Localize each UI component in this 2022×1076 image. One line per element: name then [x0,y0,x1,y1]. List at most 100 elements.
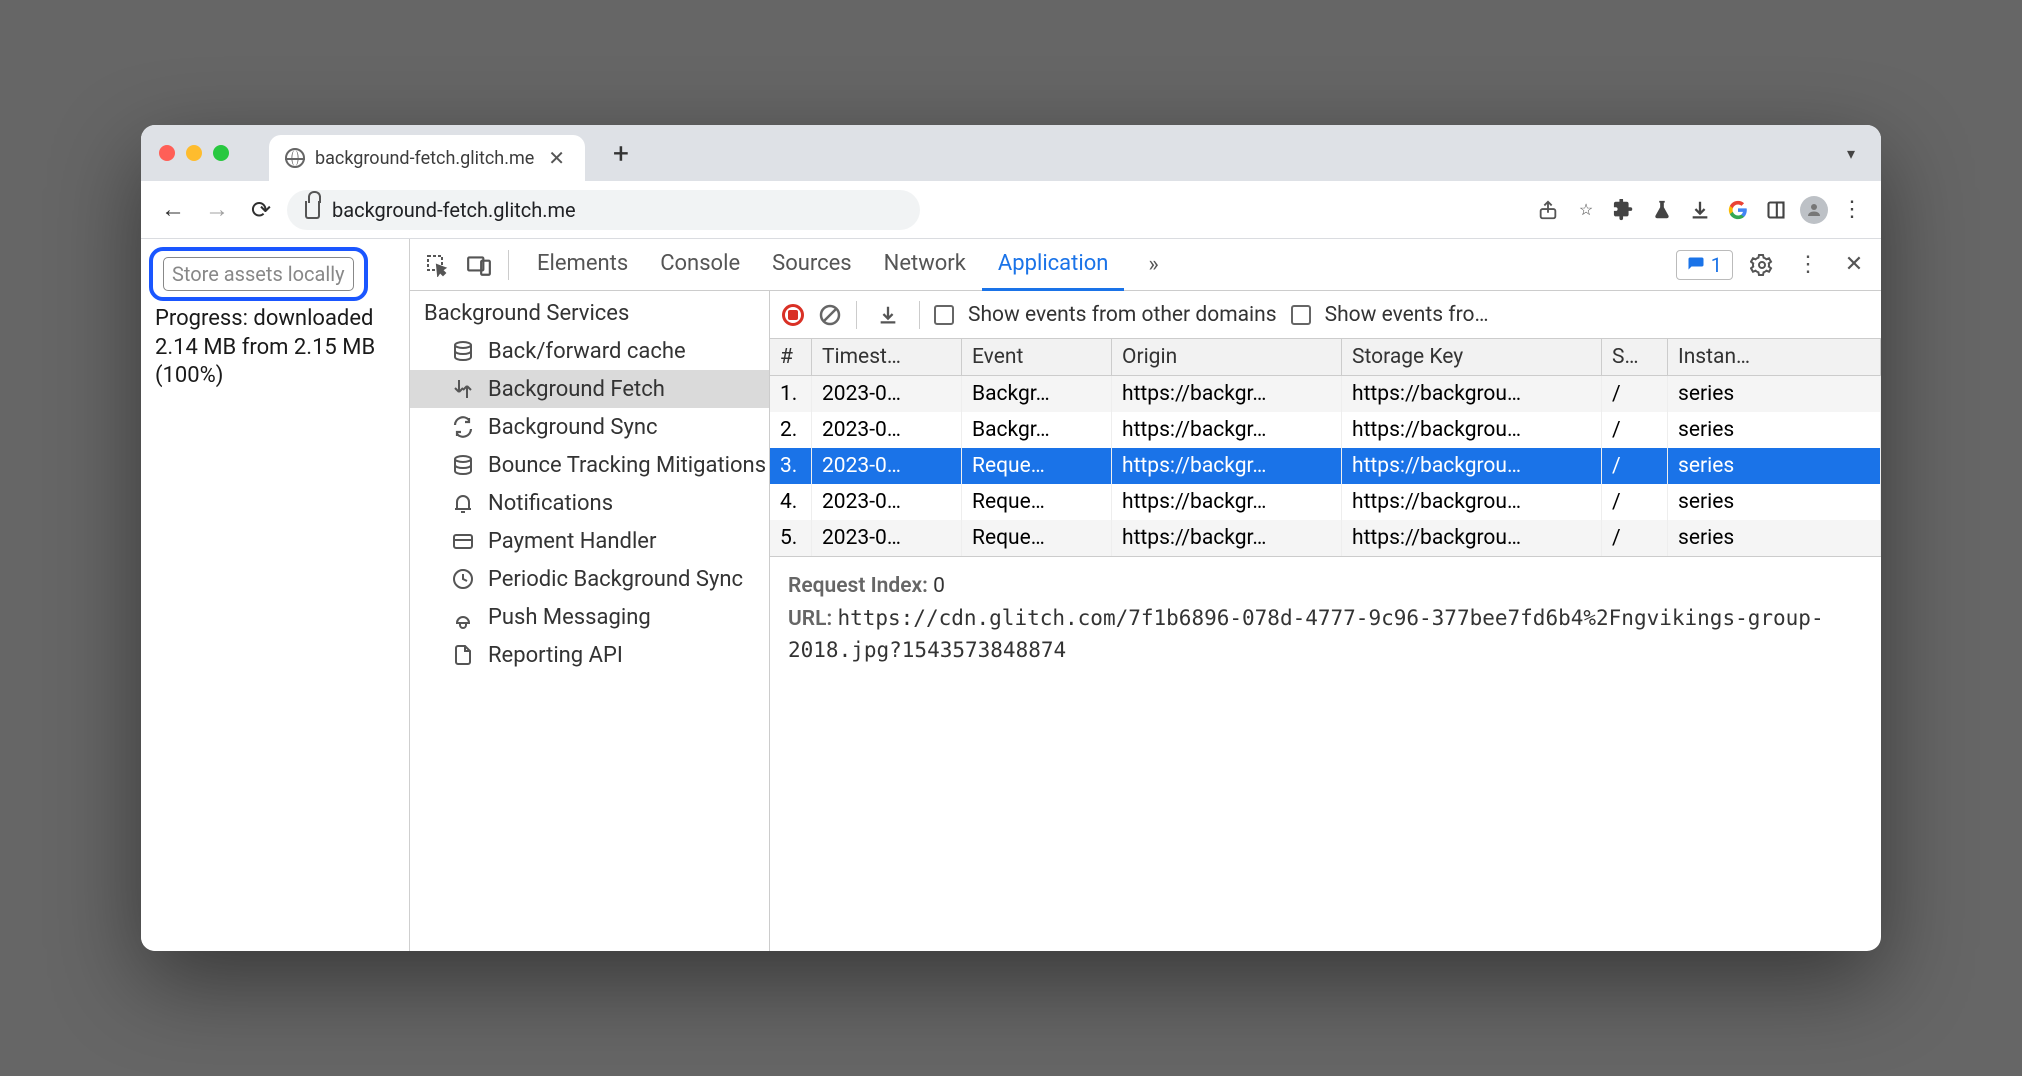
labs-flask-icon[interactable] [1647,195,1677,225]
titlebar: background-fetch.glitch.me ✕ + ▾ [141,125,1881,181]
close-tab-button[interactable]: ✕ [544,146,569,170]
column-header[interactable]: Event [962,339,1112,376]
table-row[interactable]: 5.2023-0…Reque…https://backgr…https://ba… [770,520,1881,556]
sidebar-item-payment-handler[interactable]: Payment Handler [410,522,769,560]
cell: series [1668,412,1881,448]
tabs-dropdown-button[interactable]: ▾ [1839,136,1863,171]
sidebar-item-background-sync[interactable]: Background Sync [410,408,769,446]
forward-button[interactable]: → [199,192,235,228]
store-assets-button[interactable]: Store assets locally [163,257,354,291]
cell: 4. [770,484,812,520]
browser-toolbar: ← → ⟳ background-fetch.glitch.me ☆ ⋮ [141,181,1881,239]
devtools-tab-console[interactable]: Console [644,239,756,291]
bookmark-star-icon[interactable]: ☆ [1571,195,1601,225]
events-table: #Timest…EventOriginStorage KeyS…Instan… … [770,339,1881,557]
reader-icon[interactable] [1761,195,1791,225]
url-label: URL: [788,607,832,631]
devtools-menu-button[interactable]: ⋮ [1791,248,1825,282]
browser-tab[interactable]: background-fetch.glitch.me ✕ [269,135,585,181]
cell: https://backgrou… [1342,484,1602,520]
sidebar-item-bounce-tracking-mitigations[interactable]: Bounce Tracking Mitigations [410,446,769,484]
table-row[interactable]: 2.2023-0…Backgr…https://backgr…https://b… [770,412,1881,448]
cell: 5. [770,520,812,556]
back-button[interactable]: ← [155,192,191,228]
minimize-window-button[interactable] [186,145,202,161]
browser-menu-button[interactable]: ⋮ [1837,195,1867,225]
cell: https://backgrou… [1342,412,1602,448]
cell: 2023-0… [812,412,962,448]
column-header[interactable]: S… [1602,339,1668,376]
application-sidebar: Background Services Back/forward cacheBa… [410,291,770,951]
cell: / [1602,412,1668,448]
sidebar-item-periodic-background-sync[interactable]: Periodic Background Sync [410,560,769,598]
cell: Reque… [962,448,1112,484]
sidebar-item-push-messaging[interactable]: Push Messaging [410,598,769,636]
show-other-domains-checkbox[interactable] [934,305,954,325]
sidebar-item-label: Background Fetch [488,377,665,402]
devtools-tab-elements[interactable]: Elements [521,239,644,291]
column-header[interactable]: Timest… [812,339,962,376]
table-row[interactable]: 3.2023-0…Reque…https://backgr…https://ba… [770,448,1881,484]
request-index-value: 0 [933,574,945,598]
close-window-button[interactable] [159,145,175,161]
devtools-tab-application[interactable]: Application [982,239,1124,291]
sidebar-item-label: Payment Handler [488,529,656,554]
cell: https://backgr… [1112,448,1342,484]
window-controls [159,145,229,161]
devtools-tab-sources[interactable]: Sources [756,239,868,291]
sidebar-item-notifications[interactable]: Notifications [410,484,769,522]
settings-gear-icon[interactable] [1745,248,1779,282]
save-events-icon[interactable] [871,298,905,332]
devtools-tab-network[interactable]: Network [868,239,982,291]
sidebar-item-label: Reporting API [488,643,623,668]
cell: / [1602,448,1668,484]
share-icon[interactable] [1533,195,1563,225]
column-header[interactable]: Storage Key [1342,339,1602,376]
column-header[interactable]: Origin [1112,339,1342,376]
reload-button[interactable]: ⟳ [243,192,279,228]
column-header[interactable]: Instan… [1668,339,1881,376]
issues-badge[interactable]: 1 [1676,250,1733,280]
cell: / [1602,520,1668,556]
google-icon[interactable] [1723,195,1753,225]
page-viewport: Store assets locally Progress: downloade… [141,239,409,951]
sidebar-item-background-fetch[interactable]: Background Fetch [410,370,769,408]
table-row[interactable]: 1.2023-0…Backgr…https://backgr…https://b… [770,376,1881,412]
cell: Reque… [962,520,1112,556]
sidebar-item-back-forward-cache[interactable]: Back/forward cache [410,332,769,370]
devtools-panel: ElementsConsoleSourcesNetworkApplication… [409,239,1881,951]
new-tab-button[interactable]: + [595,137,647,170]
maximize-window-button[interactable] [213,145,229,161]
sidebar-item-reporting-api[interactable]: Reporting API [410,636,769,674]
show-events-from-label: Show events fro… [1325,303,1489,327]
cell: 1. [770,376,812,412]
cell: https://backgr… [1112,412,1342,448]
sidebar-item-icon [450,604,476,630]
sidebar-item-label: Push Messaging [488,605,651,630]
sidebar-item-icon [450,642,476,668]
browser-window: background-fetch.glitch.me ✕ + ▾ ← → ⟳ b… [141,125,1881,951]
content-area: Store assets locally Progress: downloade… [141,239,1881,951]
cell: https://backgr… [1112,376,1342,412]
inspect-element-icon[interactable] [420,248,454,282]
cell: series [1668,376,1881,412]
downloads-icon[interactable] [1685,195,1715,225]
table-row[interactable]: 4.2023-0…Reque…https://backgr…https://ba… [770,484,1881,520]
cell: https://backgrou… [1342,448,1602,484]
show-events-from-checkbox[interactable] [1291,305,1311,325]
panel-toolbar: Show events from other domains Show even… [770,291,1881,339]
lock-icon [305,201,320,219]
column-header[interactable]: # [770,339,812,376]
devtools-close-button[interactable]: ✕ [1837,248,1871,282]
address-bar[interactable]: background-fetch.glitch.me [287,190,920,230]
record-button[interactable] [782,304,804,326]
device-toolbar-icon[interactable] [462,248,496,282]
profile-avatar[interactable] [1799,195,1829,225]
clear-button[interactable] [818,303,842,327]
sidebar-item-icon [450,566,476,592]
cell: series [1668,484,1881,520]
devtools-more-tabs[interactable]: » [1132,240,1174,289]
sidebar-item-icon [450,490,476,516]
sidebar-item-label: Notifications [488,491,613,516]
extensions-icon[interactable] [1609,195,1639,225]
